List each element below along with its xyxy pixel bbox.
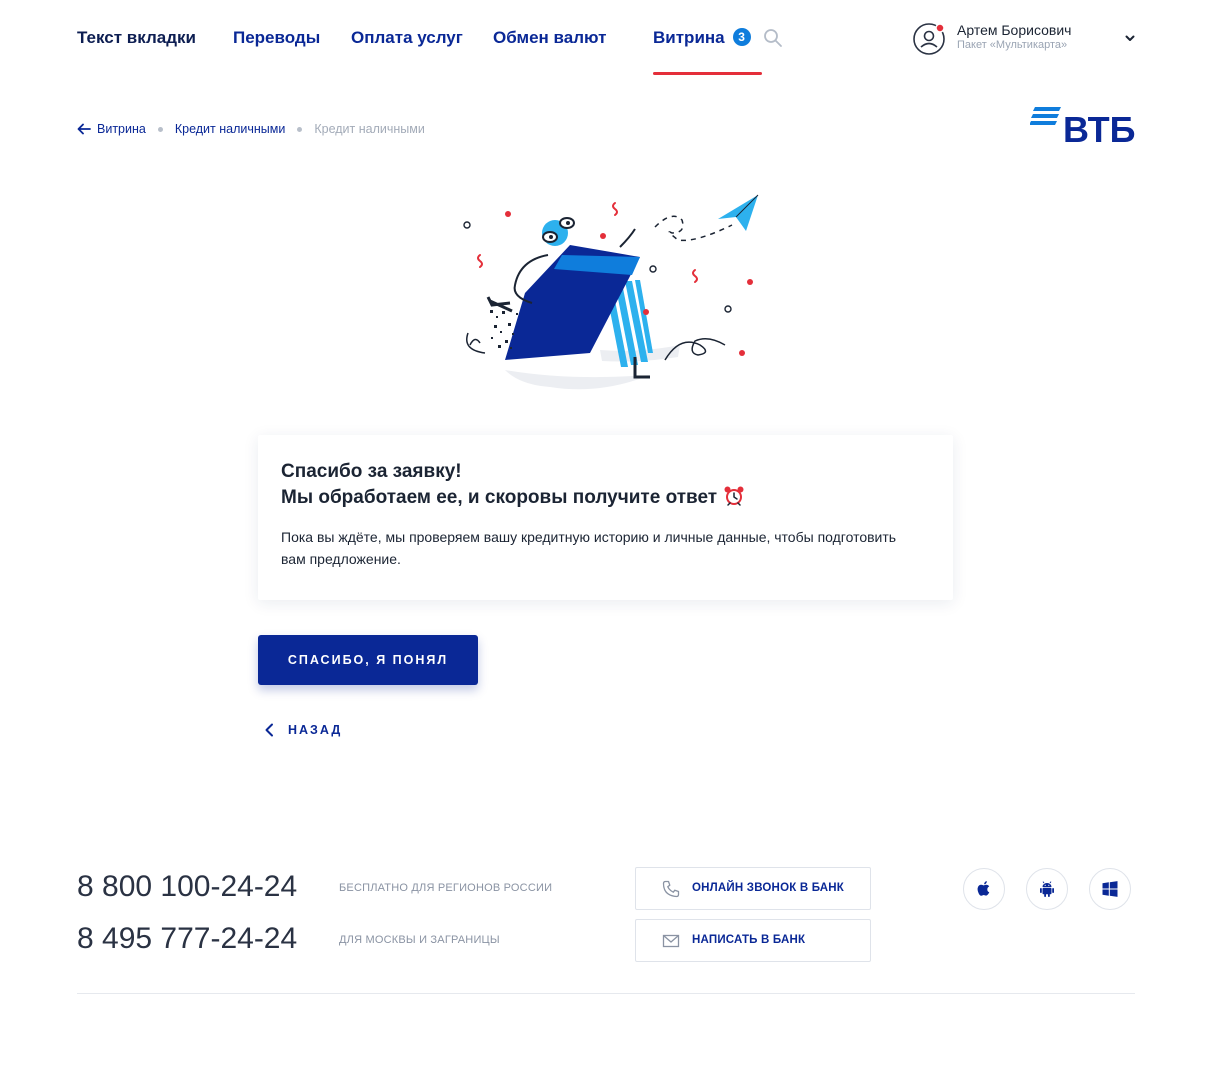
phone-number-moscow[interactable]: 8 495 777-24-24 [77,922,297,956]
arrow-left-icon[interactable] [77,123,91,135]
tab-transfers[interactable]: Переводы [233,28,320,48]
online-call-label: ОНЛАЙН ЗВОНОК В БАНК [692,882,844,894]
breadcrumb-showcase[interactable]: Витрина [97,122,146,136]
back-link[interactable]: НАЗАД [264,723,342,737]
apple-icon [977,881,990,896]
app-store-button[interactable] [963,868,1005,910]
online-call-button[interactable]: ОНЛАЙН ЗВОНОК В БАНК [635,867,871,910]
chevron-left-icon [265,723,273,737]
breadcrumb-cash-credit[interactable]: Кредит наличными [175,122,286,136]
user-package: Пакет «Мультикарта» [957,39,1068,51]
windows-store-button[interactable] [1089,868,1131,910]
confirmation-card: Спасибо за заявку! Мы обработаем ее, и с… [258,435,953,600]
footer-divider [77,993,1135,994]
user-menu[interactable]: Артем Борисович Пакет «Мультикарта» [910,20,1140,60]
card-title-line1: Спасибо за заявку! [281,461,462,482]
phone-icon [662,880,680,898]
breadcrumb-separator [157,126,163,132]
chevron-down-icon[interactable] [1124,32,1136,44]
success-illustration [463,194,759,390]
user-name: Артем Борисович [957,22,1072,38]
breadcrumb-current: Кредит наличными [314,122,425,136]
android-icon [1040,881,1054,897]
write-to-bank-button[interactable]: НАПИСАТЬ В БАНК [635,919,871,962]
user-avatar-icon [913,23,945,55]
card-title: Спасибо за заявку! Мы обработаем ее, и с… [281,459,745,511]
search-icon[interactable] [763,28,783,48]
breadcrumb-separator [297,126,303,132]
phone-note-russia: БЕСПЛАТНО ДЛЯ РЕГИОНОВ РОССИИ [339,882,553,894]
envelope-icon [662,934,680,948]
breadcrumb: Витрина Кредит наличными Кредит наличным… [77,121,425,137]
write-to-bank-label: НАПИСАТЬ В БАНК [692,934,806,946]
tab-text[interactable]: Текст вкладки [77,28,196,48]
tab-showcase[interactable]: Витрина 3 [653,28,751,48]
tab-currency-exchange[interactable]: Обмен валют [493,28,606,48]
card-title-line2: Мы обработаем ее, и скоровы получите отв… [281,487,718,508]
tab-badge: 3 [732,28,751,46]
top-navigation: Текст вкладки Переводы Оплата услуг Обме… [0,0,1210,80]
vtb-logo-text: ВТБ [1063,109,1136,146]
google-play-button[interactable] [1026,868,1068,910]
back-link-label: НАЗАД [288,723,343,737]
active-tab-indicator [653,72,762,75]
vtb-logo: ВТБ [1030,107,1136,146]
phone-note-moscow: ДЛЯ МОСКВЫ И ЗАГРАНИЦЫ [339,934,500,946]
phone-number-russia[interactable]: 8 800 100-24-24 [77,870,297,904]
card-title-line2-wrap: Мы обработаем ее, и скоровы получите отв… [281,485,745,511]
card-description: Пока вы ждёте, мы проверяем вашу кредитн… [281,529,897,567]
tab-payments[interactable]: Оплата услуг [351,28,463,48]
tab-showcase-label: Витрина [653,28,725,47]
alarm-clock-icon [724,486,744,506]
windows-icon [1102,881,1118,897]
acknowledge-button[interactable]: СПАСИБО, Я ПОНЯЛ [258,635,478,685]
